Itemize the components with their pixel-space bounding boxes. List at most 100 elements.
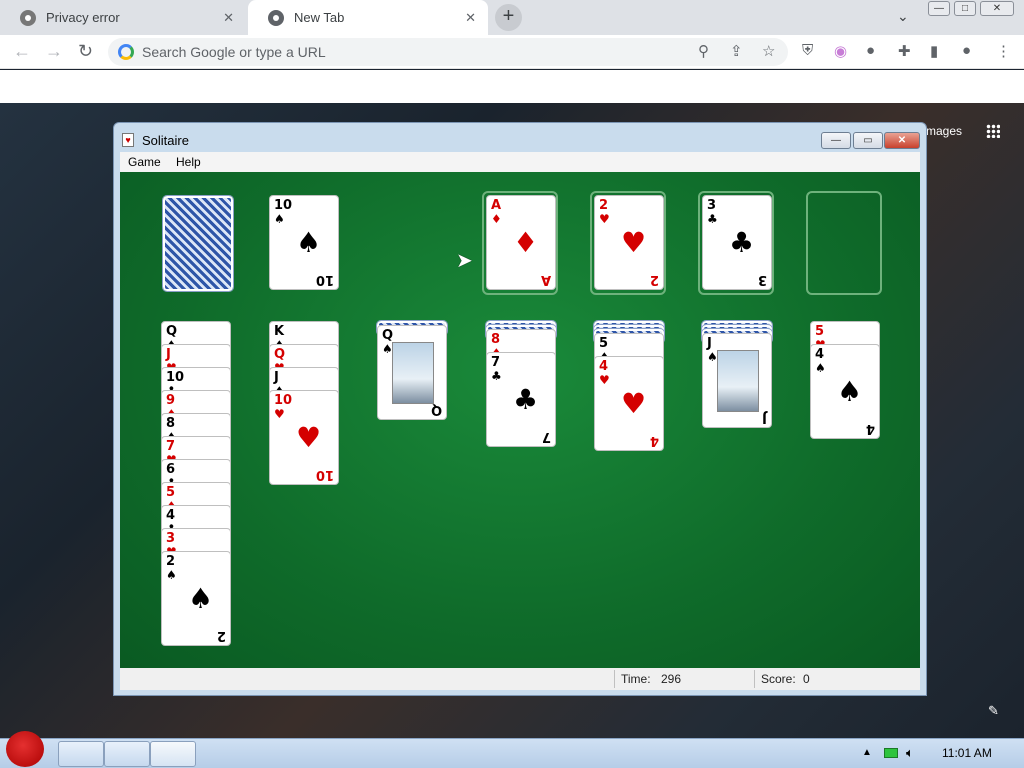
close-window-button[interactable]: ✕ [980, 1, 1014, 16]
card-suit: ♣ [707, 212, 718, 226]
card-suit: ♠ [815, 361, 826, 375]
foundation-card-1[interactable]: A ♦ ♦ A [486, 195, 556, 290]
card-rank-bottom: J [762, 410, 767, 425]
tableau-card[interactable]: 4 ♠ ♠ 4 [810, 344, 880, 439]
tab-search-chevron-icon[interactable]: ⌄ [897, 8, 909, 25]
card-rank-bottom: 3 [757, 272, 767, 287]
tableau-card[interactable]: 4 ♥ ♥ 4 [594, 356, 664, 451]
reload-icon[interactable]: ↻ [78, 41, 93, 62]
time-value: 296 [661, 672, 682, 686]
volume-icon[interactable]: 🔈︎ [906, 745, 914, 761]
card-rank: 3 [166, 531, 176, 546]
page-top-strip [0, 70, 1024, 103]
card-rank: Q [166, 324, 178, 339]
tableau-card[interactable]: 2 ♠ ♠ 2 [161, 551, 231, 646]
tableau-card[interactable]: Q ♠ Q [377, 325, 447, 420]
foundation-slot-4[interactable] [806, 191, 882, 295]
card-rank: 4 [166, 508, 176, 523]
solitaire-app-icon: ♥ [122, 133, 134, 147]
sol-minimize-button[interactable]: — [821, 132, 851, 149]
zoom-icon[interactable]: ⚲ [698, 42, 709, 60]
card-rank: 2 [166, 554, 176, 569]
card-rank-bottom: Q [430, 402, 442, 417]
card-center-pip: ♥ [621, 226, 647, 259]
score-value: 0 [803, 672, 810, 686]
tableau-card[interactable]: 10 ♥ ♥ 10 [269, 390, 339, 485]
forward-arrow-icon[interactable]: → [45, 41, 63, 62]
card-suit: ♥ [274, 407, 285, 421]
card-rank: J [707, 336, 712, 351]
tab-privacy-error[interactable]: Privacy error ✕ [0, 0, 246, 35]
card-rank: K [274, 324, 285, 339]
sol-close-button[interactable]: ✕ [884, 132, 920, 149]
card-rank: 3 [707, 198, 717, 213]
stock-pile[interactable] [162, 195, 234, 292]
card-rank: A [491, 198, 502, 213]
edit-pencil-icon[interactable]: ✎ [988, 703, 999, 719]
side-panel-icon[interactable]: ▮ [930, 42, 938, 60]
sol-maximize-button[interactable]: ▭ [853, 132, 883, 149]
card-center-pip: ♣ [513, 383, 539, 416]
share-icon[interactable]: ⇪ [730, 42, 743, 60]
score-label: Score: [761, 672, 796, 686]
card-rank: Q [382, 328, 394, 343]
card-rank: 2 [599, 198, 609, 213]
menu-help[interactable]: Help [176, 155, 201, 169]
menu-game[interactable]: Game [128, 155, 161, 169]
mouse-cursor-icon: ➤ [456, 250, 473, 272]
close-tab-icon[interactable]: ✕ [465, 10, 476, 26]
card-rank-bottom: 7 [541, 429, 551, 444]
globe-icon [20, 9, 36, 26]
card-rank: 8 [166, 416, 176, 431]
images-link[interactable]: mages [926, 124, 962, 138]
new-tab-button[interactable]: + [495, 4, 522, 31]
card-center-pip: ♥ [296, 421, 322, 454]
card-rank-bottom: 2 [649, 272, 659, 287]
menu-dots-icon[interactable]: ⋮ [996, 42, 1011, 60]
tab-new-tab[interactable]: New Tab ✕ [248, 0, 488, 35]
card-rank-bottom: 2 [216, 628, 226, 643]
card-rank: 5 [599, 336, 609, 351]
card-suit: ♠ [274, 212, 285, 226]
card-rank: J [166, 347, 171, 362]
card-rank: J [274, 370, 279, 385]
card-rank: 10 [274, 198, 293, 213]
taskbar-explorer-button[interactable] [58, 741, 104, 767]
foundation-card-2[interactable]: 2 ♥ ♥ 2 [594, 195, 664, 290]
card-rank: 6 [166, 462, 176, 477]
card-center-pip: ♠ [837, 375, 863, 408]
foundation-card-3[interactable]: 3 ♣ ♣ 3 [702, 195, 772, 290]
profile-avatar-icon[interactable]: ● [962, 42, 971, 59]
taskbar-solitaire-button[interactable] [150, 741, 196, 767]
card-rank: 5 [166, 485, 176, 500]
taskbar-chrome-button[interactable] [104, 741, 150, 767]
card-suit: ♠ [166, 568, 177, 582]
card-rank-bottom: 10 [315, 272, 334, 287]
tableau-card[interactable]: J ♠ J [702, 333, 772, 428]
chrome-icon [268, 9, 284, 26]
card-suit: ♥ [599, 212, 610, 226]
close-tab-icon[interactable]: ✕ [223, 10, 234, 26]
tableau-card[interactable]: 7 ♣ ♣ 7 [486, 352, 556, 447]
status-bar: Time: 296 Score: 0 [120, 668, 920, 690]
apps-grid-icon[interactable] [986, 124, 1000, 138]
waste-card[interactable]: 10 ♠ ♠ 10 [269, 195, 339, 290]
network-icon[interactable] [884, 748, 898, 758]
back-arrow-icon[interactable]: ← [13, 41, 31, 62]
extension-leaf-icon[interactable]: ● [866, 42, 875, 59]
omnibox[interactable]: Search Google or type a URL [108, 38, 788, 66]
minimize-button[interactable]: — [928, 1, 950, 16]
tray-arrow-icon[interactable]: ▲ [862, 747, 872, 758]
time-label: Time: [621, 672, 651, 686]
window-titlebar[interactable]: ♥ Solitaire [122, 131, 189, 149]
ublock-extension-icon[interactable]: ⛨ [802, 42, 813, 59]
card-rank: 7 [166, 439, 176, 454]
extensions-puzzle-icon[interactable]: ✚ [898, 42, 911, 60]
clock[interactable]: 11:01 AM [942, 746, 992, 760]
card-rank-bottom: 4 [649, 433, 659, 448]
card-rank: 4 [815, 347, 825, 362]
start-button-icon[interactable] [6, 731, 44, 767]
bookmark-star-icon[interactable]: ☆ [762, 42, 775, 60]
extension-flag-icon[interactable]: ◉ [834, 42, 847, 60]
restore-button[interactable]: □ [954, 1, 976, 16]
